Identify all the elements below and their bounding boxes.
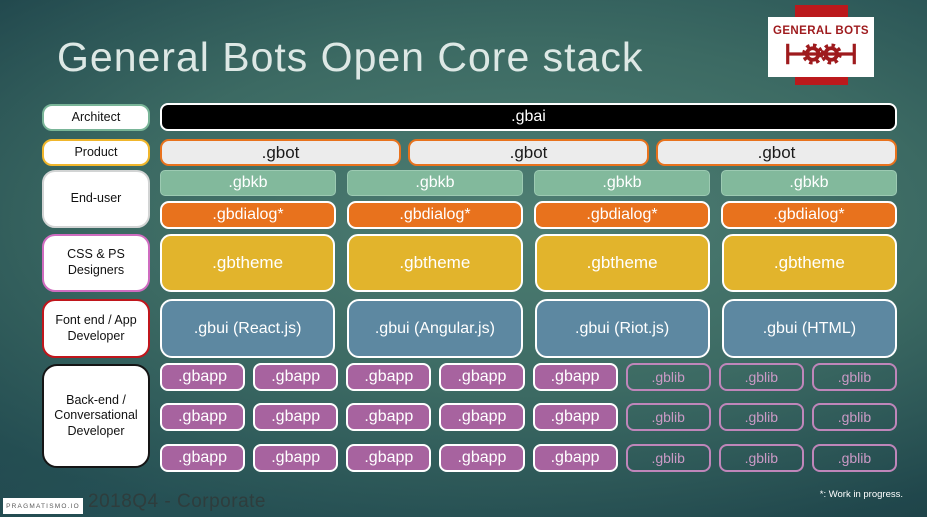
slide-caption: 2018Q4 - Corporate	[88, 491, 266, 512]
backend-row-3: .gbapp .gbapp .gbapp .gbapp .gbapp .gbli…	[160, 444, 897, 472]
backend-row-1: .gbapp .gbapp .gbapp .gbapp .gbapp .gbli…	[160, 363, 897, 391]
role-label-text: CSS & PS Designers	[67, 247, 125, 277]
role-label-back-end-conversational-developer: Back-end / Conversational Developer	[42, 364, 150, 468]
work-in-progress-note: *: Work in progress.	[819, 489, 903, 500]
gbdialog-box: .gbdialog*	[347, 201, 523, 229]
gbot-box: .gbot	[408, 139, 649, 166]
gbapp-box: .gbapp	[532, 363, 618, 391]
role-label-text: Back-end / Conversational Developer	[54, 392, 138, 438]
gbkb-box: .gbkb	[347, 170, 523, 196]
gblib-box: .gblib	[718, 403, 804, 431]
gbapp-box: .gbapp	[346, 363, 432, 391]
gblib-box: .gblib	[811, 403, 897, 431]
gbapp-box: .gbapp	[253, 363, 339, 391]
page-title: General Bots Open Core stack	[57, 34, 644, 80]
gbui-react-box: .gbui (React.js)	[160, 299, 336, 358]
gbui-row: .gbui (React.js) .gbui (Angular.js) .gbu…	[160, 299, 897, 358]
gbapp-box: .gbapp	[439, 403, 525, 431]
gbdialog-box: .gbdialog*	[721, 201, 897, 229]
gblib-box: .gblib	[625, 363, 711, 391]
gbapp-box: .gbapp	[346, 444, 432, 472]
gbtheme-box: .gbtheme	[347, 234, 523, 292]
gbui-riot-box: .gbui (Riot.js)	[534, 299, 710, 358]
gblib-box: .gblib	[811, 363, 897, 391]
gbtheme-box: .gbtheme	[721, 234, 897, 292]
gbot-box: .gbot	[160, 139, 401, 166]
gblib-box: .gblib	[718, 444, 804, 472]
slide: General Bots Open Core stack GENERAL BOT…	[0, 0, 927, 517]
backend-row-2: .gbapp .gbapp .gbapp .gbapp .gbapp .gbli…	[160, 403, 897, 431]
gbtheme-row: .gbtheme .gbtheme .gbtheme .gbtheme	[160, 234, 897, 292]
pragmatismo-badge: PRAGMATISMO.IO	[3, 498, 83, 514]
gbapp-box: .gbapp	[532, 444, 618, 472]
role-label-product: Product	[42, 139, 150, 166]
gbkb-row: .gbkb .gbkb .gbkb .gbkb	[160, 170, 897, 196]
gbapp-box: .gbapp	[439, 444, 525, 472]
general-bots-logo: GENERAL BOTS	[768, 17, 874, 77]
gbot-box: .gbot	[656, 139, 897, 166]
gbdialog-box: .gbdialog*	[534, 201, 710, 229]
gblib-box: .gblib	[625, 403, 711, 431]
gbtheme-box: .gbtheme	[534, 234, 710, 292]
role-label-architect: Architect	[42, 104, 150, 131]
role-label-front-end-app-developer: Font end / App Developer	[42, 299, 150, 358]
role-label-text: Architect	[71, 109, 121, 124]
gears-icon	[786, 42, 856, 65]
gblib-box: .gblib	[625, 444, 711, 472]
gbui-angular-box: .gbui (Angular.js)	[347, 299, 523, 358]
gbdialog-box: .gbdialog*	[160, 201, 336, 229]
gbkb-box: .gbkb	[534, 170, 710, 196]
gbapp-box: .gbapp	[346, 403, 432, 431]
gbapp-box: .gbapp	[253, 403, 339, 431]
role-label-text: Product	[74, 144, 118, 159]
role-label-css-ps-designers: CSS & PS Designers	[42, 234, 150, 292]
gbui-html-box: .gbui (HTML)	[721, 299, 897, 358]
gbapp-box: .gbapp	[439, 363, 525, 391]
gbtheme-box: .gbtheme	[160, 234, 336, 292]
role-label-text: Font end / App Developer	[55, 312, 137, 343]
gbai-box: .gbai	[160, 103, 897, 131]
gbdialog-row: .gbdialog* .gbdialog* .gbdialog* .gbdial…	[160, 201, 897, 229]
gbapp-box: .gbapp	[160, 403, 246, 431]
gbot-row: .gbot .gbot .gbot	[160, 139, 897, 166]
gbkb-box: .gbkb	[160, 170, 336, 196]
role-label-end-user: End-user	[42, 170, 150, 228]
gbapp-box: .gbapp	[160, 444, 246, 472]
gbapp-box: .gbapp	[532, 403, 618, 431]
gblib-box: .gblib	[718, 363, 804, 391]
gbai-row: .gbai	[160, 103, 897, 131]
role-label-text: End-user	[70, 191, 122, 206]
gbapp-box: .gbapp	[160, 363, 246, 391]
gbapp-box: .gbapp	[253, 444, 339, 472]
gbkb-box: .gbkb	[721, 170, 897, 196]
gblib-box: .gblib	[811, 444, 897, 472]
logo-wordmark: GENERAL BOTS	[773, 24, 869, 37]
